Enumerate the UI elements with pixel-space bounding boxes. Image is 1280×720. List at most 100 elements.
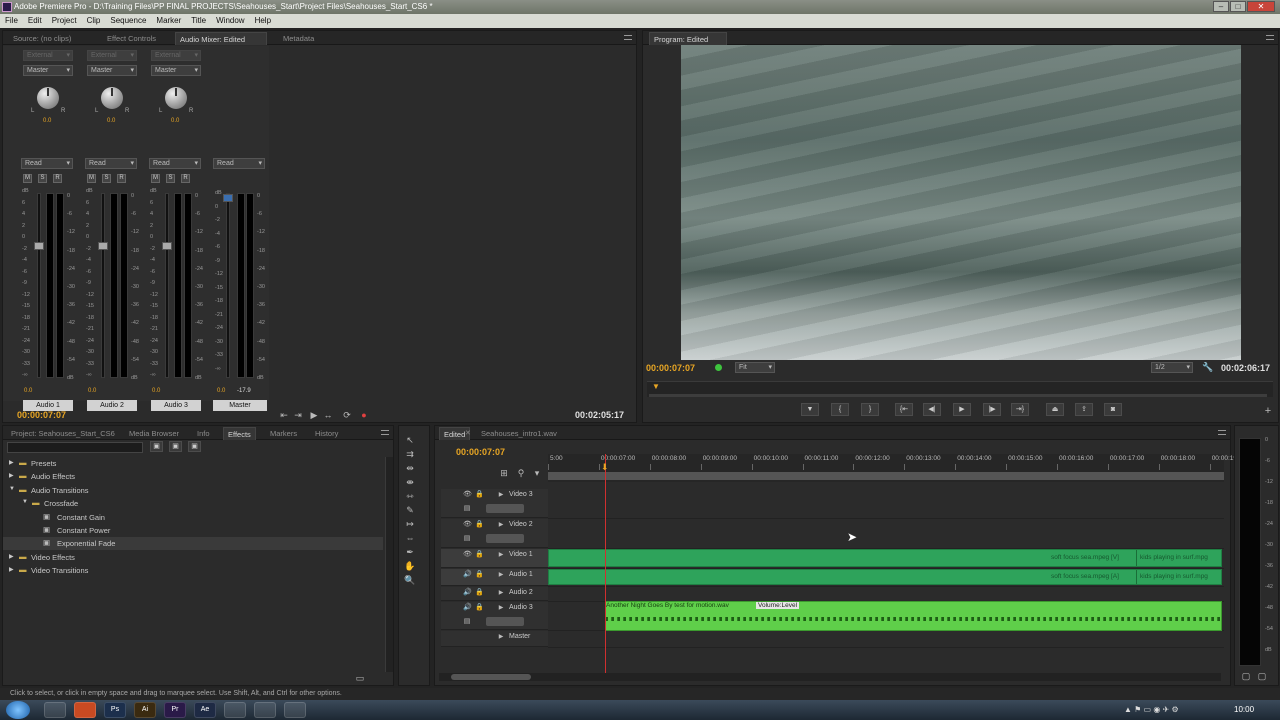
mixer-current-time[interactable]: 00:00:07:07	[17, 410, 66, 420]
automation-mode-dropdown[interactable]: Read	[149, 158, 201, 169]
clip-edit-point[interactable]	[1136, 550, 1137, 566]
timeline-ruler[interactable]: 5:00 00:00:07:00 00:00:08:00 00:00:09:00 00:…	[548, 454, 1246, 482]
disclosure-closed-icon[interactable]: ▶	[9, 566, 14, 573]
effects-tree-row[interactable]: ▶ ▬ Video Transitions	[3, 564, 383, 577]
record-icon[interactable]: ●	[357, 409, 371, 421]
pan-value[interactable]: 0.0	[43, 118, 51, 124]
resolution-dropdown[interactable]: 1/2	[1151, 362, 1193, 373]
keyframe-navigator[interactable]	[486, 534, 524, 543]
effects-menu-icon[interactable]	[381, 430, 389, 435]
add-marker-button[interactable]: ▼	[801, 403, 819, 416]
pan-value[interactable]: 0.0	[107, 118, 115, 124]
zoom-fit-dropdown[interactable]: Fit	[735, 362, 775, 373]
taskbar-illustrator-icon[interactable]: Ai	[134, 702, 156, 718]
mute-speaker-icon[interactable]: 🔊	[463, 571, 472, 579]
tab-info[interactable]: Info	[193, 427, 214, 440]
timeline-scrollbar[interactable]	[439, 673, 1221, 681]
hand-tool-icon[interactable]: ✋	[403, 560, 417, 572]
mute-speaker-icon[interactable]: 🔊	[463, 589, 472, 597]
maximize-button[interactable]: □	[1230, 1, 1246, 12]
channel-level-value[interactable]: 0.0	[24, 388, 32, 394]
pan-knob[interactable]	[101, 87, 123, 109]
automation-mode-dropdown[interactable]: Read	[85, 158, 137, 169]
track-header[interactable]: ▶ Master	[441, 631, 548, 647]
track-expand-icon[interactable]: ▶	[497, 551, 505, 559]
disclosure-closed-icon[interactable]: ▶	[9, 553, 14, 560]
minimize-button[interactable]: –	[1213, 1, 1229, 12]
tab-metadata[interactable]: Metadata	[279, 32, 318, 45]
tab-seahouses-intro[interactable]: Seahouses_intro1.wav	[477, 427, 561, 440]
loop-icon[interactable]: ⟳	[340, 409, 354, 421]
taskbar-photoshop-icon[interactable]: Ps	[104, 702, 126, 718]
play-in-out-icon[interactable]: ↔	[321, 409, 335, 421]
tab-program[interactable]: Program: Edited	[649, 32, 727, 45]
track-expand-icon[interactable]: ▶	[497, 604, 505, 612]
taskbar-app3-icon[interactable]	[284, 702, 306, 718]
slip-tool-icon[interactable]: ↦	[403, 518, 417, 530]
track-header[interactable]: 👁 🔒 ▶ Video 2 ▤	[441, 519, 548, 548]
display-style-icon[interactable]: ▤	[463, 505, 471, 513]
step-forward-button[interactable]: |▶	[983, 403, 1001, 416]
lock-track-icon[interactable]: 🔒	[475, 521, 484, 529]
32bit-effects-icon[interactable]: ▣	[169, 441, 182, 452]
effects-scrollbar[interactable]	[385, 457, 393, 672]
channel-m-button[interactable]: M	[151, 174, 160, 183]
lock-track-icon[interactable]: 🔒	[475, 551, 484, 559]
tab-audio-mixer[interactable]: Audio Mixer: Edited	[175, 32, 267, 45]
track-header[interactable]: 🔊 🔒 ▶ Audio 3 ▤	[441, 602, 548, 630]
fader-track[interactable]	[37, 193, 41, 378]
video-frame[interactable]	[681, 45, 1241, 360]
channel-level-value[interactable]: 0.0	[88, 388, 96, 394]
taskbar-explorer-icon[interactable]	[44, 702, 66, 718]
pan-knob[interactable]	[165, 87, 187, 109]
track-header[interactable]: 🔊 🔒 ▶ Audio 2	[441, 587, 548, 601]
step-back-button[interactable]: ◀|	[923, 403, 941, 416]
work-area-bar[interactable]	[548, 472, 1224, 480]
rate-stretch-tool-icon[interactable]: ⇿	[403, 490, 417, 502]
effects-tree-row[interactable]: ▣ Constant Gain	[3, 511, 383, 524]
solo-right-icon[interactable]: ▢	[1255, 670, 1269, 682]
master-automation-dropdown[interactable]: Read	[213, 158, 265, 169]
tab-history[interactable]: History	[311, 427, 342, 440]
track-expand-icon[interactable]: ▶	[497, 521, 505, 529]
program-playhead[interactable]: ▼	[652, 382, 660, 391]
fader-track[interactable]	[101, 193, 105, 378]
track-expand-icon[interactable]: ▶	[497, 571, 505, 579]
close-tab-icon[interactable]: ✕	[465, 429, 471, 437]
add-marker-icon[interactable]: ▾	[530, 467, 544, 479]
fader-track[interactable]	[165, 193, 169, 378]
channel-output-dropdown[interactable]: Master	[87, 65, 137, 76]
timeline-menu-icon[interactable]	[1218, 430, 1226, 435]
master-level-value[interactable]: 0.0	[217, 388, 225, 394]
menu-help[interactable]: Help	[250, 14, 276, 28]
timeline-timecode[interactable]: 00:00:07:07	[456, 447, 505, 457]
tab-media-browser[interactable]: Media Browser	[125, 427, 183, 440]
effects-tree-row[interactable]: ▣ Exponential Fade	[3, 537, 383, 551]
menu-file[interactable]: File	[0, 14, 23, 28]
channel-s-button[interactable]: S	[166, 174, 175, 183]
channel-output-dropdown[interactable]: Master	[151, 65, 201, 76]
menu-window[interactable]: Window	[211, 14, 249, 28]
link-icon[interactable]: ⚲	[514, 467, 528, 479]
channel-s-button[interactable]: S	[38, 174, 47, 183]
panel-menu-icon[interactable]	[624, 35, 632, 40]
display-style-icon[interactable]: ▤	[463, 535, 471, 543]
effects-tree-row[interactable]: ▼ ▬ Audio Transitions	[3, 484, 383, 497]
tray-icons[interactable]: ▲ ⚑ ▭ ◉ ✈ ⚙	[1124, 705, 1179, 714]
mark-in-button[interactable]: {	[831, 403, 849, 416]
disclosure-closed-icon[interactable]: ▶	[9, 472, 14, 479]
disclosure-open-icon[interactable]: ▼	[9, 486, 15, 492]
mark-in-icon[interactable]: ⇤	[277, 409, 291, 421]
menu-sequence[interactable]: Sequence	[105, 14, 151, 28]
tab-source[interactable]: Source: (no clips)	[9, 32, 75, 45]
extract-button[interactable]: ⇪	[1075, 403, 1093, 416]
rolling-edit-tool-icon[interactable]: ⇼	[403, 476, 417, 488]
selection-tool-icon[interactable]: ↖	[403, 434, 417, 446]
volume-fader[interactable]	[98, 242, 108, 250]
close-button[interactable]: ✕	[1247, 1, 1275, 12]
audio-clip-soft-focus-sea[interactable]: soft focus sea.mpeg [A] kids playing in s…	[548, 569, 1222, 585]
taskbar-aftereffects-icon[interactable]: Ae	[194, 702, 216, 718]
pan-value[interactable]: 0.0	[171, 118, 179, 124]
playhead-handle[interactable]: ⬇	[601, 462, 609, 473]
display-style-icon[interactable]: ▤	[463, 618, 471, 626]
